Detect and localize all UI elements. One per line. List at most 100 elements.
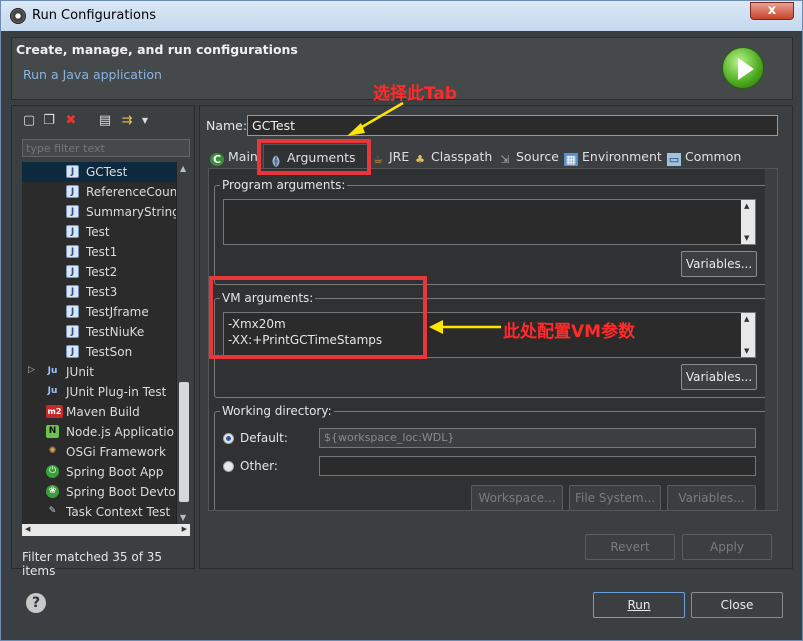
- close-button[interactable]: Close: [691, 592, 783, 618]
- scroll-thumb[interactable]: [179, 382, 189, 502]
- scroll-right-icon[interactable]: ▶: [182, 525, 187, 533]
- arguments-tab-highlight: [257, 139, 371, 175]
- content-scrollbar[interactable]: [765, 169, 777, 510]
- common-tab-icon: ▭: [667, 153, 681, 166]
- expand-arrow-icon[interactable]: ▷: [28, 365, 35, 375]
- other-radio-label: Other:: [240, 459, 278, 473]
- tree-item[interactable]: ✎ Task Context Test: [22, 502, 176, 522]
- tree-item[interactable]: J TestNiuKe: [22, 322, 176, 342]
- duplicate-config-icon[interactable]: ❐: [42, 114, 56, 128]
- name-input[interactable]: GCTest: [247, 115, 778, 136]
- window-close-button[interactable]: x: [750, 2, 794, 20]
- filter-icon[interactable]: ⇉: [120, 114, 134, 128]
- junit-plugin-icon: Ju: [47, 386, 58, 396]
- tree-scrollbar[interactable]: ▲ ▼: [176, 162, 190, 524]
- tree-item[interactable]: ⏻ Spring Boot App: [22, 462, 176, 482]
- classpath-tab-icon: ♣: [415, 153, 425, 166]
- tree-item[interactable]: J TestSon: [22, 342, 176, 362]
- tree-item[interactable]: m2 Maven Build: [22, 402, 176, 422]
- junit-icon: Ju: [47, 366, 58, 376]
- tab-environment[interactable]: ▦ Environment: [564, 144, 662, 168]
- header-subtitle: Run a Java application: [23, 67, 162, 82]
- default-radio-label: Default:: [240, 431, 288, 445]
- scroll-up-icon[interactable]: ▲: [744, 202, 749, 210]
- name-label: Name:: [206, 118, 248, 133]
- vm-annotation: 此处配置VM参数: [503, 322, 636, 342]
- tree-item[interactable]: Ju JUnit Plug-in Test: [22, 382, 176, 402]
- tab-jre[interactable]: ☕ JRE: [371, 144, 409, 168]
- default-radio[interactable]: [223, 433, 234, 444]
- tree-item[interactable]: J Test: [22, 222, 176, 242]
- scroll-down-icon[interactable]: ▼: [744, 347, 749, 355]
- program-args-scrollbar[interactable]: ▲ ▼: [741, 200, 755, 244]
- java-class-icon: J: [66, 185, 79, 198]
- tree-item[interactable]: ▷ Ju JUnit: [22, 362, 176, 382]
- run-configurations-window: Run Configurations x Create, manage, and…: [0, 0, 803, 641]
- java-class-icon: J: [66, 285, 79, 298]
- revert-button[interactable]: Revert: [585, 534, 675, 560]
- java-class-icon: J: [66, 225, 79, 238]
- nodejs-icon: N: [46, 425, 59, 438]
- run-icon: [722, 47, 764, 89]
- other-directory-input[interactable]: [319, 456, 756, 476]
- header-title: Create, manage, and run configurations: [16, 42, 298, 57]
- file-system-button[interactable]: File System...: [569, 485, 661, 510]
- tree-item[interactable]: ✺ OSGi Framework: [22, 442, 176, 462]
- apply-button[interactable]: Apply: [682, 534, 772, 560]
- java-class-icon: J: [66, 305, 79, 318]
- java-class-icon: J: [66, 325, 79, 338]
- tab-source[interactable]: ⇲ Source: [498, 144, 559, 168]
- window-title: Run Configurations: [32, 8, 156, 23]
- main-tab-icon: C: [210, 153, 224, 166]
- osgi-icon: ✺: [48, 446, 57, 456]
- default-directory-input: ${workspace_loc:WDL}: [319, 428, 756, 448]
- filter-input[interactable]: [22, 139, 190, 157]
- tree-item[interactable]: J SummaryString: [22, 202, 176, 222]
- collapse-all-icon[interactable]: ▤: [98, 114, 112, 128]
- program-variables-button[interactable]: Variables...: [681, 251, 757, 277]
- tab-common[interactable]: ▭ Common: [667, 144, 741, 168]
- tree-item[interactable]: N Node.js Applicatio: [22, 422, 176, 442]
- tree-item[interactable]: J ReferenceCoun: [22, 182, 176, 202]
- vm-annotation-arrow: [429, 320, 501, 334]
- source-tab-icon: ⇲: [500, 153, 510, 166]
- java-class-icon: J: [66, 205, 79, 218]
- chevron-down-icon[interactable]: ▼: [138, 114, 152, 128]
- tree-item[interactable]: J Test3: [22, 282, 176, 302]
- scroll-down-icon[interactable]: ▼: [744, 234, 749, 242]
- environment-tab-icon: ▦: [564, 153, 578, 166]
- configuration-list-panel: ▢ ❐ ✖ ▤ ⇉ ▼ J GCTest J ReferenceCoun J S…: [11, 105, 195, 578]
- tree-item[interactable]: ❀ Spring Boot Devto: [22, 482, 176, 502]
- tab-classpath[interactable]: ♣ Classpath: [413, 144, 492, 168]
- config-toolbar: ▢ ❐ ✖ ▤ ⇉ ▼: [20, 112, 190, 132]
- tree-item[interactable]: J Test1: [22, 242, 176, 262]
- directory-variables-button[interactable]: Variables...: [667, 485, 756, 510]
- scroll-down-icon[interactable]: ▼: [180, 513, 186, 522]
- scroll-up-icon[interactable]: ▲: [180, 164, 186, 173]
- horizontal-scrollbar[interactable]: ◀ ▶: [22, 524, 190, 536]
- tree-item[interactable]: J Test2: [22, 262, 176, 282]
- spring-boot-icon: ⏻: [46, 465, 59, 478]
- program-arguments-textarea[interactable]: [223, 199, 756, 245]
- scroll-up-icon[interactable]: ▲: [744, 315, 749, 323]
- scroll-left-icon[interactable]: ◀: [25, 525, 30, 533]
- jre-tab-icon: ☕: [373, 153, 383, 166]
- workspace-button[interactable]: Workspace...: [471, 485, 563, 510]
- working-directory-label: Working directory:: [220, 404, 334, 418]
- java-class-icon: J: [66, 165, 79, 178]
- run-button[interactable]: Run: [593, 592, 685, 618]
- title-bar: Run Configurations x: [1, 1, 802, 31]
- tree-item[interactable]: J TestJframe: [22, 302, 176, 322]
- other-radio[interactable]: [223, 461, 234, 472]
- dialog-footer: ? Run Close: [1, 576, 802, 640]
- configuration-tree: J GCTest J ReferenceCoun J SummaryString…: [22, 162, 176, 524]
- working-directory-group: Working directory: Default: ${workspace_…: [214, 404, 770, 510]
- delete-config-icon[interactable]: ✖: [64, 114, 78, 128]
- vm-args-scrollbar[interactable]: ▲ ▼: [741, 313, 755, 357]
- vm-variables-button[interactable]: Variables...: [681, 364, 757, 390]
- tab-annotation-arrow: [347, 101, 404, 136]
- tab-main[interactable]: C Main: [210, 144, 258, 168]
- help-icon[interactable]: ?: [26, 593, 46, 613]
- tree-item[interactable]: J GCTest: [22, 162, 176, 182]
- new-config-icon[interactable]: ▢: [22, 114, 36, 128]
